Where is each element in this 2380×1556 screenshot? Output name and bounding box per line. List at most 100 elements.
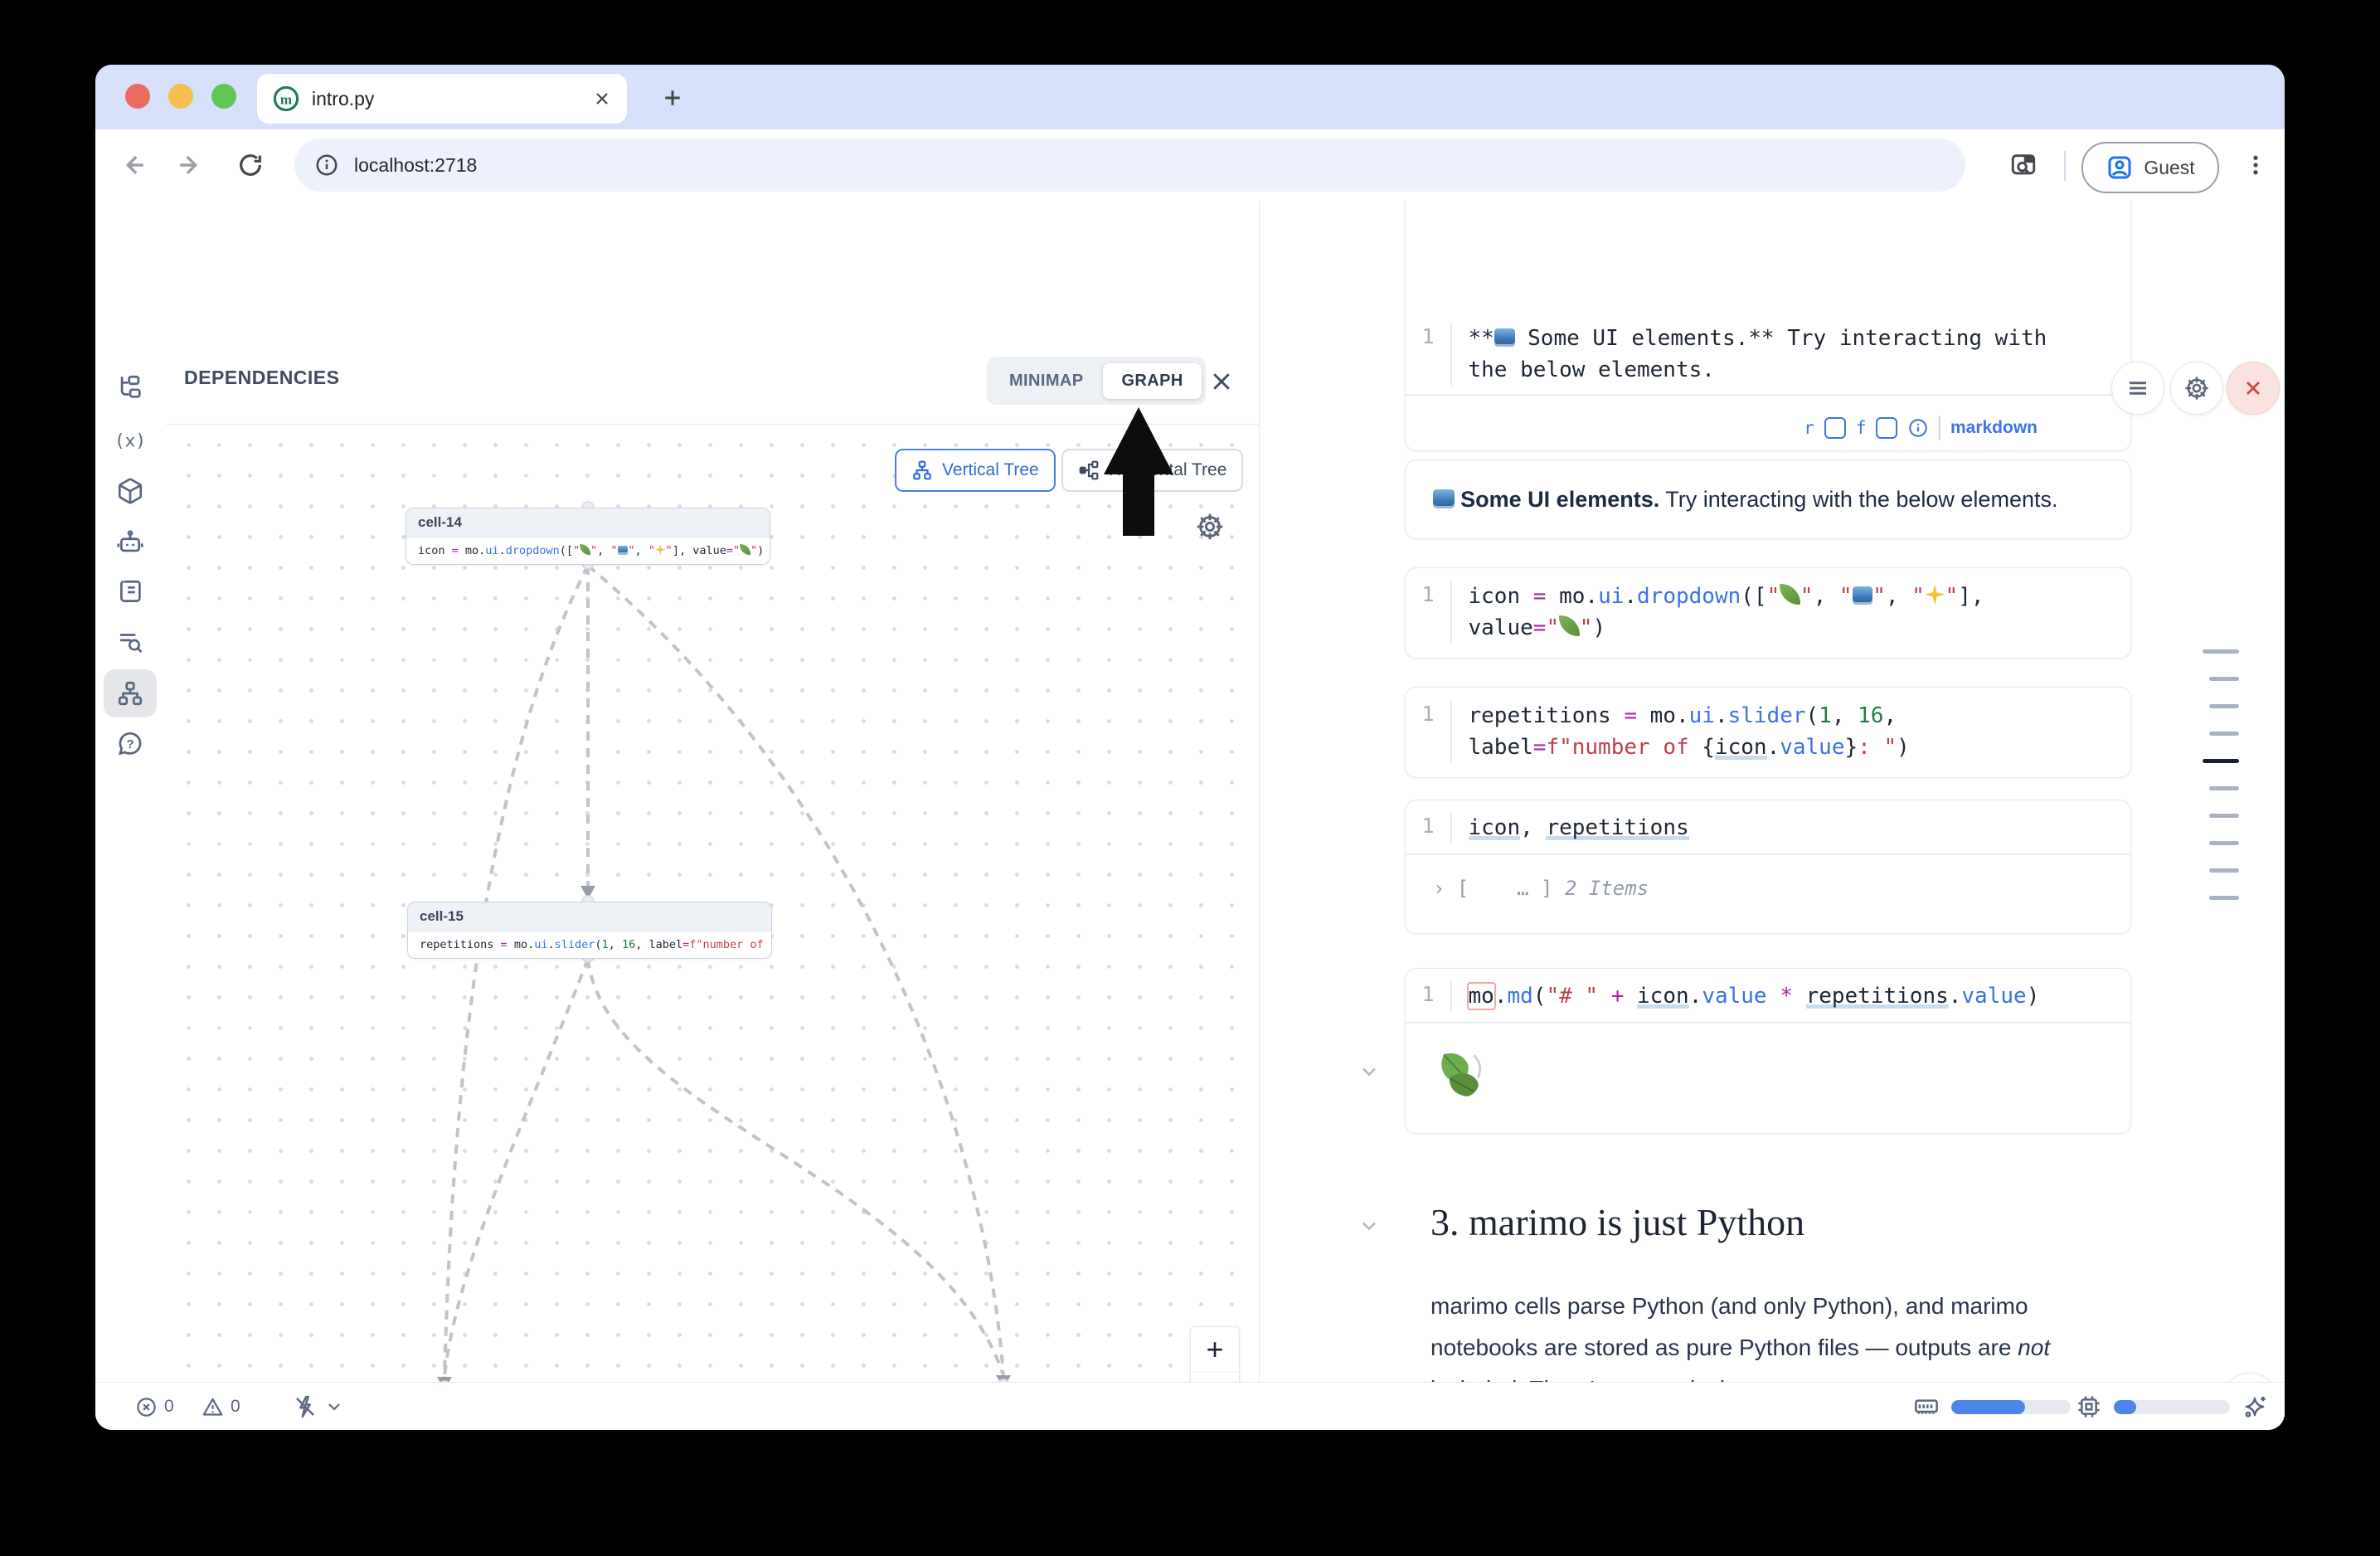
r-toggle-checkbox[interactable] bbox=[1824, 417, 1846, 439]
code-cell-code[interactable]: mo.md("# " + icon.value * repetitions.va… bbox=[1452, 980, 2040, 1012]
svg-text:m: m bbox=[280, 91, 292, 107]
cpu-usage-fill bbox=[2114, 1400, 2136, 1414]
traffic-minimize-button[interactable] bbox=[168, 84, 193, 109]
minimap-marker[interactable] bbox=[2209, 868, 2239, 873]
cpu-usage-bar bbox=[2114, 1400, 2230, 1414]
new-tab-button[interactable] bbox=[653, 78, 692, 118]
section-collapse-chevron-icon[interactable] bbox=[1358, 1214, 1381, 1238]
notebook-settings-button[interactable] bbox=[2170, 362, 2223, 415]
traffic-close-button[interactable] bbox=[125, 84, 150, 109]
sidebar-item-packages[interactable] bbox=[104, 467, 157, 515]
minimap-marker[interactable] bbox=[2209, 896, 2239, 900]
graph-node-cell-15[interactable]: cell-15 repetitions = mo.ui.slider(1, 16… bbox=[407, 902, 772, 959]
cell-language-label[interactable]: markdown bbox=[1950, 418, 2038, 438]
browser-toolbar: localhost:2718 Guest bbox=[95, 129, 2285, 202]
zoom-out-button[interactable]: − bbox=[1191, 1373, 1239, 1382]
warnings-indicator[interactable]: 0 bbox=[202, 1383, 240, 1430]
forward-icon[interactable] bbox=[170, 144, 211, 186]
ram-usage bbox=[1913, 1383, 2071, 1430]
minimap-marker[interactable] bbox=[2209, 814, 2239, 818]
markdown-output-text: Some UI elements. Try interacting with t… bbox=[1433, 487, 2057, 513]
f-toggle-checkbox[interactable] bbox=[1876, 417, 1897, 439]
markdown-cell-code[interactable]: ** Some UI elements.** Try interacting w… bbox=[1452, 323, 2047, 386]
traffic-zoom-button[interactable] bbox=[211, 84, 236, 109]
url-bar[interactable]: localhost:2718 bbox=[294, 139, 1965, 192]
output-collapse-chevron-icon[interactable] bbox=[1358, 1060, 1381, 1083]
code-cell-md-call[interactable]: 1 mo.md("# " + icon.value * repetitions.… bbox=[1405, 968, 2131, 1134]
browser-tab[interactable]: m intro.py bbox=[257, 74, 627, 124]
code-cell-code[interactable]: repetitions = mo.ui.slider(1, 16,label=f… bbox=[1452, 700, 1910, 763]
code-cell-code[interactable]: icon = mo.ui.dropdown(["", "", ""],value… bbox=[1452, 581, 1984, 644]
minimap-marker[interactable] bbox=[2209, 786, 2239, 790]
code-cell-slider[interactable]: 1 repetitions = mo.ui.slider(1, 16,label… bbox=[1405, 687, 2131, 778]
minimap-marker-active[interactable] bbox=[2203, 759, 2239, 763]
sidebar-rail: (x) ? bbox=[95, 201, 166, 1382]
sidebar-item-dependencies[interactable] bbox=[104, 669, 157, 717]
shutdown-button[interactable] bbox=[2227, 362, 2280, 415]
dependency-graph-canvas[interactable]: Vertical Tree Horizontal Tree cell-14 ic… bbox=[166, 425, 1259, 1382]
tuple-output-row[interactable]: › [ … ] 2 Items bbox=[1406, 855, 2130, 900]
site-info-icon[interactable] bbox=[314, 153, 339, 177]
zoom-in-button[interactable]: + bbox=[1191, 1327, 1239, 1373]
stop-kernel-button[interactable] bbox=[2222, 1373, 2278, 1382]
graph-zoom-controls: + − bbox=[1190, 1326, 1240, 1382]
r-toggle-label: r bbox=[1804, 418, 1814, 438]
line-number: 1 bbox=[1406, 581, 1450, 606]
minimap-marker[interactable] bbox=[2209, 704, 2239, 708]
code-cell-tuple[interactable]: 1 icon, repetitions › [ … ] 2 Items bbox=[1405, 800, 2131, 934]
minimap-marker[interactable] bbox=[2209, 677, 2239, 681]
minimap-marker[interactable] bbox=[2203, 649, 2239, 654]
sidebar-item-ai-chat[interactable] bbox=[104, 518, 157, 566]
browser-menu-icon[interactable] bbox=[2235, 144, 2276, 186]
tab-close-icon[interactable] bbox=[592, 89, 612, 109]
graph-settings-icon[interactable] bbox=[1191, 508, 1229, 546]
cell-info-icon[interactable] bbox=[1907, 417, 1929, 439]
sidebar-item-help[interactable]: ? bbox=[104, 720, 157, 768]
back-icon[interactable] bbox=[112, 144, 153, 186]
node-code: icon = mo.ui.dropdown(["", "", ""], valu… bbox=[406, 537, 770, 564]
errors-indicator[interactable]: 0 bbox=[135, 1383, 174, 1430]
sidebar-item-file-tree[interactable] bbox=[104, 363, 157, 411]
svg-text:(x): (x) bbox=[115, 431, 145, 451]
panel-view-toggle: MINIMAP GRAPH bbox=[987, 357, 1206, 405]
app-content: (x) ? DEPENDENCIES MINIMAP bbox=[95, 201, 2285, 1382]
vertical-tree-button[interactable]: Vertical Tree bbox=[895, 449, 1056, 492]
code-cell-code[interactable]: icon, repetitions bbox=[1452, 812, 1689, 844]
browser-window: m intro.py localhost:2718 bbox=[95, 65, 2285, 1430]
sidebar-item-variables[interactable]: (x) bbox=[104, 416, 157, 464]
ram-usage-fill bbox=[1951, 1400, 2025, 1414]
toolbar-divider bbox=[2064, 151, 2066, 181]
tab-search-icon[interactable] bbox=[2003, 144, 2044, 186]
panel-close-icon[interactable] bbox=[1205, 365, 1238, 398]
profile-label: Guest bbox=[2144, 157, 2194, 179]
section-heading: 3. marimo is just Python bbox=[1430, 1200, 1804, 1244]
tab-minimap[interactable]: MINIMAP bbox=[991, 363, 1101, 399]
sidebar-item-logs[interactable] bbox=[104, 568, 157, 616]
svg-text:?: ? bbox=[126, 738, 134, 751]
panel-notebook-divider bbox=[1259, 201, 1260, 1382]
tab-graph[interactable]: GRAPH bbox=[1103, 363, 1201, 399]
minimap-marker[interactable] bbox=[2209, 841, 2239, 845]
ai-assistant-button[interactable] bbox=[2242, 1383, 2268, 1430]
sidebar-item-search[interactable] bbox=[104, 618, 157, 666]
cell-menu-button[interactable] bbox=[2111, 362, 2164, 415]
section-paragraph-1: marimo cells parse Python (and only Pyth… bbox=[1430, 1286, 2011, 1382]
marimo-logo-icon: m bbox=[272, 85, 300, 113]
autorun-toggle[interactable] bbox=[293, 1383, 344, 1430]
graph-node-cell-14[interactable]: cell-14 icon = mo.ui.dropdown(["", "", "… bbox=[406, 508, 770, 565]
markdown-output-card: Some UI elements. Try interacting with t… bbox=[1405, 460, 2131, 539]
ram-usage-bar bbox=[1951, 1400, 2071, 1414]
vertical-tree-label: Vertical Tree bbox=[942, 460, 1039, 480]
reload-icon[interactable] bbox=[230, 144, 271, 186]
code-cell-dropdown[interactable]: 1 icon = mo.ui.dropdown(["", "", ""],val… bbox=[1405, 567, 2131, 659]
cpu-usage bbox=[2076, 1383, 2230, 1430]
minimap-marker[interactable] bbox=[2209, 732, 2239, 736]
line-number: 1 bbox=[1406, 323, 1450, 348]
node-title: cell-15 bbox=[408, 902, 771, 931]
error-count: 0 bbox=[164, 1397, 174, 1417]
f-toggle-label: f bbox=[1856, 418, 1867, 438]
markdown-cell-card[interactable]: 1 ** Some UI elements.** Try interacting… bbox=[1405, 201, 2131, 451]
screen: m intro.py localhost:2718 bbox=[0, 0, 2380, 1556]
profile-button[interactable]: Guest bbox=[2081, 142, 2219, 193]
tab-title: intro.py bbox=[312, 88, 592, 110]
